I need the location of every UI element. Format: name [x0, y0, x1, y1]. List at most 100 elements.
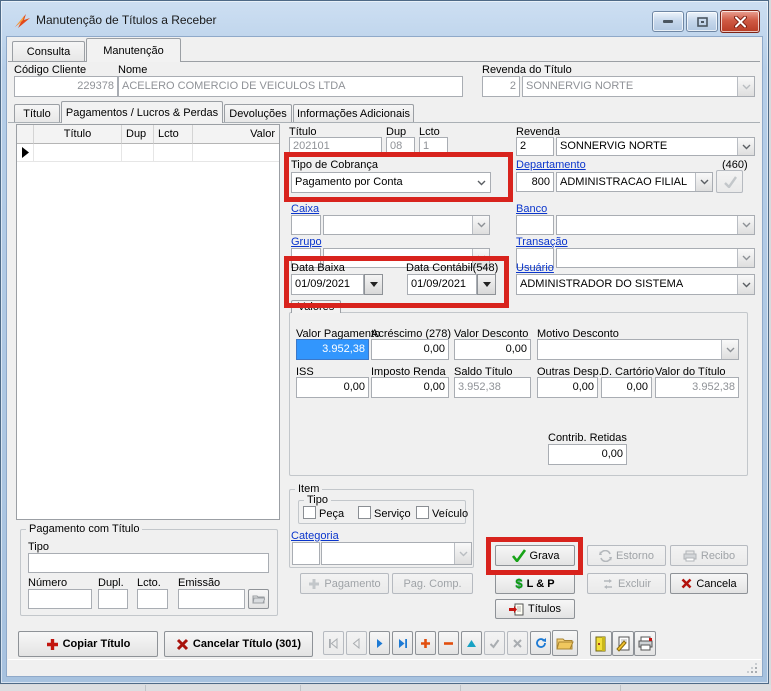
chevron-down-icon[interactable] [454, 543, 471, 564]
banco-combo[interactable] [556, 215, 755, 235]
grid-cell[interactable] [34, 144, 122, 162]
revenda-titulo-combo[interactable]: SONNERVIG NORTE [522, 76, 755, 97]
estorno-button[interactable]: Estorno [587, 545, 666, 566]
caixa-label[interactable]: Caixa [291, 203, 319, 215]
veiculo-checkbox[interactable] [416, 506, 429, 519]
saldo-titulo-field[interactable]: 3.952,38 [454, 377, 531, 398]
revenda-code-field[interactable]: 2 [516, 137, 554, 156]
transacao-label[interactable]: Transação [516, 236, 568, 248]
grid-cell[interactable] [154, 144, 193, 162]
close-button[interactable] [720, 10, 760, 33]
valor-pagamento-field[interactable]: 3.952,38 [296, 339, 369, 360]
usuario-label[interactable]: Usuário [516, 262, 554, 274]
tipo-cobranca-combo[interactable]: Pagamento por Conta [291, 172, 491, 193]
departamento-label[interactable]: Departamento [516, 159, 586, 171]
pag-comp-button[interactable]: Pag. Comp. [392, 573, 473, 594]
grid-cell[interactable] [193, 144, 279, 162]
open-folder-button[interactable] [552, 630, 578, 656]
grupo-label[interactable]: Grupo [291, 236, 322, 248]
departamento-combo[interactable]: ADMINISTRACAO FILIAL [556, 172, 713, 192]
nav-insert-button[interactable] [415, 631, 436, 655]
grava-button[interactable]: Grava [495, 545, 575, 566]
chevron-down-icon[interactable] [737, 77, 754, 96]
data-baixa-dropdown-button[interactable] [364, 274, 383, 295]
pct-lcto-field[interactable] [137, 589, 168, 609]
chevron-down-icon[interactable] [737, 275, 754, 294]
nome-field[interactable]: ACELERO COMERCIO DE VEICULOS LTDA [118, 76, 463, 97]
pct-dupl-field[interactable] [98, 589, 128, 609]
transacao-combo[interactable] [556, 248, 755, 268]
nav-cancel-button[interactable] [507, 631, 528, 655]
revenda-titulo-code-field[interactable]: 2 [482, 76, 520, 97]
pct-tipo-field[interactable] [28, 553, 269, 573]
tab-titulo[interactable]: Título [14, 104, 60, 122]
chevron-down-icon[interactable] [473, 173, 490, 192]
lp-button[interactable]: $ L & P [495, 573, 575, 594]
chevron-down-icon[interactable] [737, 249, 754, 267]
chevron-down-icon[interactable] [737, 216, 754, 234]
tab-devolucoes[interactable]: Devoluções [224, 104, 292, 122]
codigo-cliente-field[interactable]: 229378 [14, 76, 118, 97]
print-ledger-button[interactable] [634, 631, 656, 656]
restore-button[interactable] [686, 11, 718, 32]
data-contabil-dropdown-button[interactable] [477, 274, 496, 295]
recibo-button[interactable]: Recibo [670, 545, 748, 566]
titulo-field[interactable]: 202101 [289, 137, 382, 156]
nav-edit-button[interactable] [461, 631, 482, 655]
motivo-desconto-combo[interactable] [537, 339, 739, 360]
data-baixa-field[interactable]: 01/09/2021 [291, 274, 364, 295]
peca-checkbox[interactable] [303, 506, 316, 519]
copiar-titulo-button[interactable]: Copiar Título [18, 631, 158, 657]
valor-desconto-field[interactable]: 0,00 [454, 339, 531, 360]
exit-door-button[interactable] [590, 631, 612, 656]
outras-desp-field[interactable]: 0,00 [537, 377, 598, 398]
servico-checkbox[interactable] [358, 506, 371, 519]
caixa-code-field[interactable] [291, 215, 321, 235]
banco-code-field[interactable] [516, 215, 554, 235]
pct-numero-field[interactable] [28, 589, 92, 609]
usuario-combo[interactable]: ADMINISTRADOR DO SISTEMA [516, 274, 755, 295]
edit-note-button[interactable] [612, 631, 634, 656]
banco-label[interactable]: Banco [516, 203, 547, 215]
imposto-renda-field[interactable]: 0,00 [371, 377, 449, 398]
categoria-combo[interactable] [321, 542, 472, 565]
lcto-field[interactable]: 1 [419, 137, 448, 156]
valores-tab[interactable]: Valores [291, 300, 341, 313]
tab-manutencao[interactable]: Manutenção [86, 38, 181, 62]
nav-delete-button[interactable] [438, 631, 459, 655]
grid-cell[interactable] [122, 144, 154, 162]
revenda-combo[interactable]: SONNERVIG NORTE [556, 137, 755, 156]
excluir-button[interactable]: Excluir [587, 573, 666, 594]
iss-field[interactable]: 0,00 [296, 377, 369, 398]
nav-prior-button[interactable] [346, 631, 367, 655]
departamento-code-field[interactable]: 800 [516, 172, 554, 192]
d-cartorio-field[interactable]: 0,00 [601, 377, 652, 398]
nav-post-button[interactable] [484, 631, 505, 655]
nav-first-button[interactable] [323, 631, 344, 655]
categoria-label[interactable]: Categoria [291, 530, 339, 542]
categoria-code-field[interactable] [292, 542, 320, 565]
chevron-down-icon[interactable] [695, 173, 712, 191]
valor-do-titulo-field[interactable]: 3.952,38 [655, 377, 739, 398]
resize-grip-icon[interactable] [747, 663, 758, 674]
tab-informacoes-adicionais[interactable]: Informações Adicionais [293, 104, 414, 122]
cancelar-titulo-button[interactable]: Cancelar Título (301) [164, 631, 313, 657]
data-contabil-field[interactable]: 01/09/2021 [407, 274, 477, 295]
caixa-combo[interactable] [323, 215, 490, 235]
acrescimo-field[interactable]: 0,00 [371, 339, 449, 360]
dup-field[interactable]: 08 [386, 137, 415, 156]
tab-pagamentos-lucros-perdas[interactable]: Pagamentos / Lucros & Perdas [61, 101, 223, 123]
chevron-down-icon[interactable] [737, 138, 754, 155]
minimize-button[interactable] [652, 11, 684, 32]
titulos-button[interactable]: Títulos [495, 599, 575, 619]
pct-lookup-button[interactable] [248, 589, 269, 609]
cancela-button[interactable]: Cancela [670, 573, 748, 594]
pct-emissao-field[interactable] [178, 589, 245, 609]
pagamento-button[interactable]: Pagamento [300, 573, 389, 594]
tab-consulta[interactable]: Consulta [12, 41, 85, 61]
contrib-retidas-field[interactable]: 0,00 [548, 444, 627, 465]
nav-next-button[interactable] [369, 631, 390, 655]
nav-last-button[interactable] [392, 631, 413, 655]
payments-grid[interactable]: Título Dup Lcto Valor [16, 124, 280, 520]
departamento-confirm-button[interactable] [716, 170, 743, 193]
